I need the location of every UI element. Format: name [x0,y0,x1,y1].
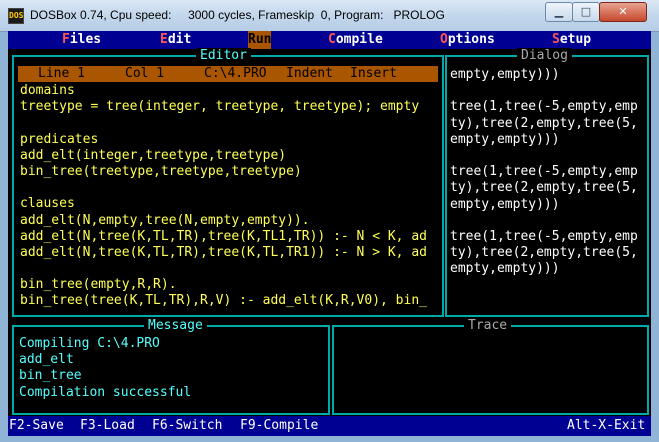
menu-files[interactable]: Files [62,31,101,49]
editor-window[interactable]: Editor Line 1 Col 1 C:\4.PRO Indent Inse… [12,48,444,317]
message-line: Compilation successful [19,384,192,400]
maximize-button[interactable]: □ [572,2,600,22]
code-line[interactable]: bin_tree(treetype,treetype,treetype) [20,164,442,180]
code-line[interactable]: add_elt(N,tree(K,TL,TR),tree(K,TL1,TR)) … [20,229,442,245]
message-line: Compiling C:\4.PRO [19,336,160,351]
code-line[interactable] [20,180,442,196]
menu-hotkey: C [328,32,336,47]
dialog-line: empty,empty))) [450,67,560,82]
dialog-line: ty),tree(2,empty,tree(5, [450,115,638,131]
status-indent: Indent [286,66,333,81]
dialog-line: empty,empty))) [450,261,560,277]
menu-options[interactable]: Options [440,31,495,49]
close-icon: ✕ [618,5,628,18]
dialog-line: tree(1,tree(-5,empty,emp [450,228,638,244]
menu-run[interactable]: Run [248,31,272,49]
dosbox-screen: Files Edit Run Compile Options Setup Edi… [8,31,651,436]
dialog-title: Dialog [517,48,572,64]
code-line[interactable]: add_elt(N,tree(K,TL,TR),tree(K,TL,TR1)) … [20,245,442,261]
status-column: Col 1 [125,66,165,81]
status-insert: Insert [350,66,397,81]
dialog-line: tree(1,tree(-5,empty,emp [450,99,638,115]
menu-hotkey: O [440,32,448,47]
editor-status-line: Line 1 Col 1 C:\4.PRO Indent Insert [18,66,438,82]
trace-window[interactable]: Trace [332,318,649,415]
message-window[interactable]: Message Compiling C:\4.PRO add_elt bin_t… [12,318,330,415]
dialog-line [450,213,645,229]
code-line[interactable]: domains [20,83,442,99]
menu-label: iles [69,32,102,47]
code-line[interactable] [20,261,442,277]
f2-save-key[interactable]: F2-Save [9,416,64,436]
window-title: DOSBox 0.74, Cpu speed: 3000 cycles, Fra… [30,8,445,22]
f9-compile-key[interactable]: F9-Compile [240,416,318,436]
maximize-icon: □ [580,5,592,18]
code-line[interactable]: bin_tree(tree(K,TL,TR),R,V) :- add_elt(K… [20,293,442,309]
code-line[interactable]: add_elt(N,empty,tree(N,empty,empty)). [20,213,442,229]
dialog-line: empty,empty))) [450,131,560,147]
dialog-line [450,83,645,99]
editor-title: Editor [196,48,251,64]
alt-x-exit-key[interactable]: Alt-X-Exit [567,416,645,436]
menu-label: un [255,32,272,47]
trace-title: Trace [464,318,512,334]
menu-hotkey: S [552,32,560,47]
menu-compile[interactable]: Compile [328,31,383,49]
close-button[interactable]: ✕ [599,2,647,22]
code-line[interactable] [20,115,442,131]
code-line[interactable]: predicates [20,132,442,148]
f6-switch-key[interactable]: F6-Switch [152,416,222,436]
dosbox-app-icon[interactable]: DOS [8,8,24,24]
dialog-line: ty),tree(2,empty,tree(5, [450,180,638,196]
minimize-button[interactable]: ▁ [545,2,573,22]
dialog-line: empty,empty))) [450,196,560,212]
code-area[interactable]: domains treetype = tree(integer, treetyp… [20,83,442,310]
message-title: Message [144,318,207,334]
menu-hotkey: F [62,32,70,47]
menu-hotkey: R [248,32,256,47]
message-line: add_elt [19,352,74,368]
code-line[interactable]: treetype = tree(integer, treetype, treet… [20,99,442,115]
code-line[interactable]: add_elt(integer,treetype,treetype) [20,148,442,164]
menu-label: ompile [335,32,383,47]
code-line[interactable]: bin_tree(empty,R,R). [20,277,442,293]
menu-setup[interactable]: Setup [552,31,591,49]
code-line[interactable]: clauses [20,196,442,212]
menu-edit[interactable]: Edit [160,31,191,49]
window-title-bar[interactable]: DOS DOSBox 0.74, Cpu speed: 3000 cycles,… [0,0,659,32]
menu-label: dit [167,32,192,47]
dialog-line: ty),tree(2,empty,tree(5, [450,245,638,261]
dialog-line [450,148,645,164]
message-output: Compiling C:\4.PRO add_elt bin_tree Comp… [19,336,328,401]
f3-load-key[interactable]: F3-Load [80,416,135,436]
message-line: bin_tree [19,368,82,384]
dialog-output: empty,empty))) tree(1,tree(-5,empty,emp … [450,67,645,277]
dialog-line: tree(1,tree(-5,empty,emp [450,164,638,180]
status-line-number: Line 1 [38,66,85,81]
status-filename: C:\4.PRO [204,66,267,81]
dialog-window[interactable]: Dialog empty,empty))) tree(1,tree(-5,emp… [445,48,649,317]
menu-label: etup [559,32,592,47]
menu-bar: Files Edit Run Compile Options Setup [8,31,651,49]
function-key-bar: F2-Save F3-Load F6-Switch F9-Compile Alt… [8,416,651,436]
menu-hotkey: E [160,32,168,47]
minimize-icon: ▁ [554,5,564,18]
menu-label: ptions [447,32,495,47]
